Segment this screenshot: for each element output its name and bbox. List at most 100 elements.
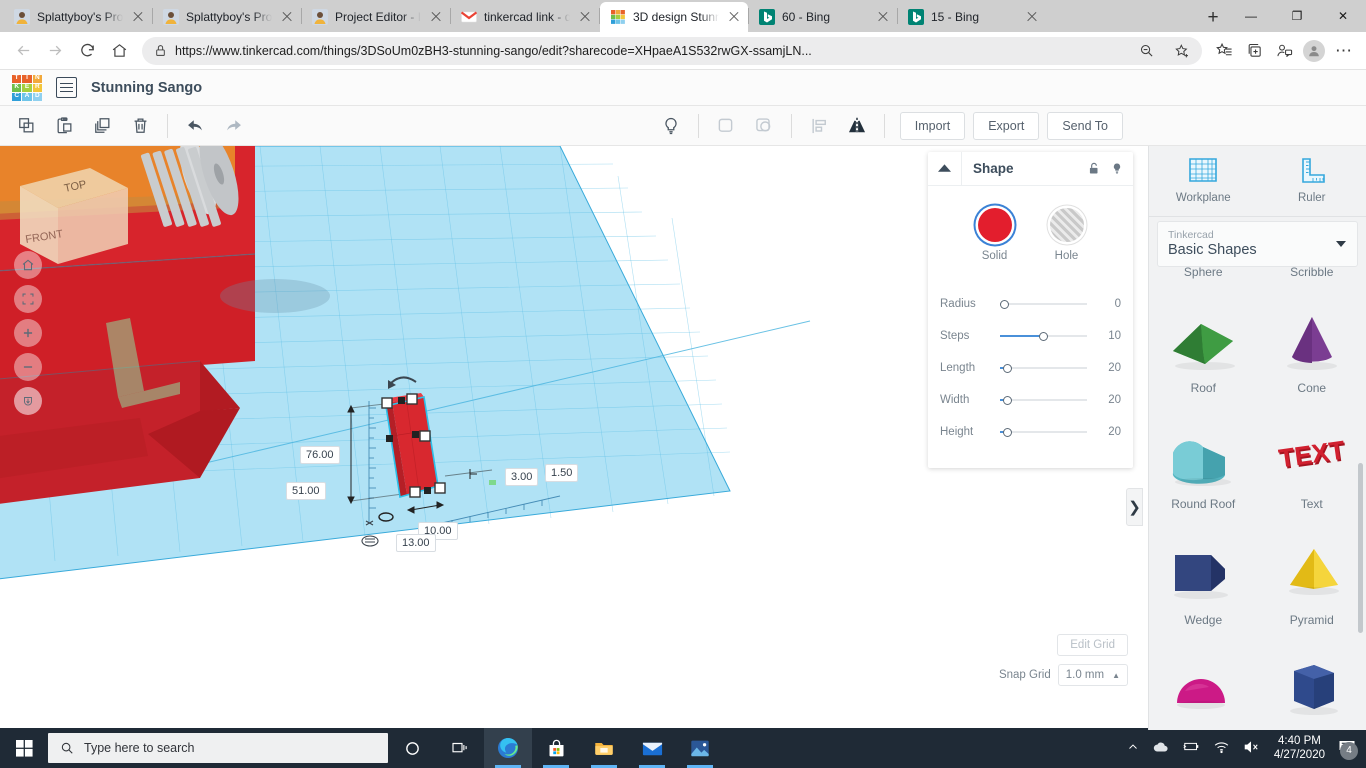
back-icon[interactable] <box>8 36 38 66</box>
tab-close-icon[interactable] <box>428 9 444 25</box>
slider-track[interactable] <box>1000 297 1093 311</box>
tab-close-icon[interactable] <box>726 9 742 25</box>
new-tab-button[interactable]: + <box>1198 4 1228 32</box>
browser-tab[interactable]: 60 - Bing <box>749 2 897 32</box>
forward-icon[interactable] <box>40 36 70 66</box>
home-view-icon[interactable] <box>14 251 42 279</box>
settings-more-icon[interactable]: ⋯ <box>1330 37 1358 65</box>
slider-value[interactable]: 20 <box>1093 426 1121 438</box>
paste-icon[interactable] <box>46 110 82 142</box>
search-input[interactable]: Type here to search <box>48 733 388 763</box>
windows-icon[interactable] <box>0 728 48 768</box>
mirror-icon[interactable] <box>839 110 875 142</box>
dimension-label[interactable]: 13.00 <box>396 534 436 552</box>
shape-item-round-roof[interactable]: Round Roof <box>1149 405 1258 517</box>
copy-icon[interactable] <box>8 110 44 142</box>
lightbulb-icon[interactable] <box>653 110 689 142</box>
slider-track[interactable] <box>1000 425 1093 439</box>
zoom-out-icon[interactable] <box>1132 37 1160 65</box>
favorites-list-icon[interactable] <box>1210 37 1238 65</box>
edge-icon[interactable] <box>484 728 532 768</box>
workplane-tool[interactable]: Workplane <box>1149 156 1258 204</box>
shape-item-wedge[interactable]: Wedge <box>1149 521 1258 633</box>
slider-knob[interactable] <box>1002 395 1012 405</box>
close-window-button[interactable]: ✕ <box>1320 0 1366 32</box>
tab-close-icon[interactable] <box>1024 9 1040 25</box>
dimension-label[interactable]: 3.00 <box>505 468 539 486</box>
duplicate-icon[interactable] <box>84 110 120 142</box>
wifi-icon[interactable] <box>1213 740 1230 757</box>
import-button[interactable]: Import <box>899 111 966 140</box>
collections-icon[interactable] <box>1240 37 1268 65</box>
shapes-scroll-area[interactable]: Sphere Scribble Roof Cone Round Roof TEX… <box>1149 267 1366 730</box>
zoom-in-icon[interactable] <box>14 319 42 347</box>
hole-option[interactable]: Hole <box>1049 208 1084 262</box>
store-icon[interactable] <box>532 728 580 768</box>
restore-button[interactable]: ❐ <box>1274 0 1320 32</box>
chevron-up-icon[interactable] <box>928 151 962 186</box>
shape-item-half-sphere[interactable]: Half Sphere <box>1149 637 1258 730</box>
slider-knob[interactable] <box>1000 299 1009 309</box>
clock[interactable]: 4:40 PM 4/27/2020 <box>1274 734 1325 762</box>
solid-color-swatch[interactable] <box>977 208 1012 242</box>
slider-value[interactable]: 20 <box>1093 394 1121 406</box>
fit-view-icon[interactable] <box>14 285 42 313</box>
tab-close-icon[interactable] <box>875 9 891 25</box>
shape-item-text[interactable]: TEXT TEXT Text <box>1258 405 1366 517</box>
dimension-label[interactable]: 1.50 <box>545 464 579 482</box>
send-to-button[interactable]: Send To <box>1047 111 1123 140</box>
browser-tab[interactable]: Project Editor - Ins <box>302 2 450 32</box>
unlock-icon[interactable] <box>1081 152 1107 186</box>
tinkercad-logo[interactable]: TIN KER CAD <box>12 74 42 101</box>
browser-tab[interactable]: Splattyboy's Proje <box>153 2 301 32</box>
dimension-label[interactable]: 76.00 <box>300 446 340 464</box>
tab-close-icon[interactable] <box>279 9 295 25</box>
shape-item-pyramid[interactable]: Pyramid <box>1258 521 1366 633</box>
reload-icon[interactable] <box>72 36 102 66</box>
slider-knob[interactable] <box>1002 427 1012 437</box>
shape-item-sphere[interactable]: Sphere <box>1149 267 1258 285</box>
export-button[interactable]: Export <box>973 111 1040 140</box>
slider-track[interactable] <box>1000 393 1093 407</box>
browser-tab[interactable]: 3D design Stunnin <box>600 2 748 32</box>
shape-item-cone[interactable]: Cone <box>1258 289 1366 401</box>
align-icon[interactable] <box>801 110 837 142</box>
avatar[interactable] <box>1300 37 1328 65</box>
volume-mute-icon[interactable] <box>1243 740 1261 757</box>
shape-item-roof[interactable]: Roof <box>1149 289 1258 401</box>
edit-grid-button[interactable]: Edit Grid <box>1057 634 1128 656</box>
favorite-star-icon[interactable] <box>1168 37 1196 65</box>
slider-value[interactable]: 10 <box>1093 330 1121 342</box>
slider-value[interactable]: 20 <box>1093 362 1121 374</box>
snap-grid-select[interactable]: 1.0 mm ▲ <box>1057 664 1128 686</box>
panel-collapse-toggle[interactable]: ❯ <box>1126 488 1143 526</box>
slider-value[interactable]: 0 <box>1093 298 1121 310</box>
address-bar[interactable]: https://www.tinkercad.com/things/3DSoUm0… <box>142 36 1202 65</box>
minimize-button[interactable]: — <box>1228 0 1274 32</box>
slider-track[interactable] <box>1000 361 1093 375</box>
slider-knob[interactable] <box>1039 331 1049 341</box>
ruler-tool[interactable]: Ruler <box>1258 156 1366 204</box>
lightbulb-icon[interactable] <box>1107 152 1133 186</box>
dimension-label[interactable]: 51.00 <box>286 482 326 500</box>
onedrive-icon[interactable] <box>1152 740 1169 756</box>
orbit-icon[interactable] <box>14 387 42 415</box>
action-center-icon[interactable]: 4 <box>1338 739 1358 760</box>
shape-item-polygon[interactable]: Polygon <box>1258 637 1366 730</box>
shape-item-scribble[interactable]: Scribble <box>1258 267 1366 285</box>
cortana-icon[interactable] <box>388 728 436 768</box>
solid-option[interactable]: Solid <box>977 208 1012 262</box>
shapes-scrollbar[interactable] <box>1358 463 1363 633</box>
task-view-icon[interactable] <box>436 728 484 768</box>
tab-close-icon[interactable] <box>577 9 593 25</box>
file-explorer-icon[interactable] <box>580 728 628 768</box>
tab-close-icon[interactable] <box>130 9 146 25</box>
group-icon[interactable] <box>708 110 744 142</box>
ungroup-icon[interactable] <box>746 110 782 142</box>
mail-icon[interactable] <box>628 728 676 768</box>
undo-icon[interactable] <box>177 110 213 142</box>
battery-icon[interactable] <box>1182 740 1200 756</box>
zoom-out-icon[interactable] <box>14 353 42 381</box>
hole-swatch[interactable] <box>1049 208 1084 242</box>
home-icon[interactable] <box>104 36 134 66</box>
